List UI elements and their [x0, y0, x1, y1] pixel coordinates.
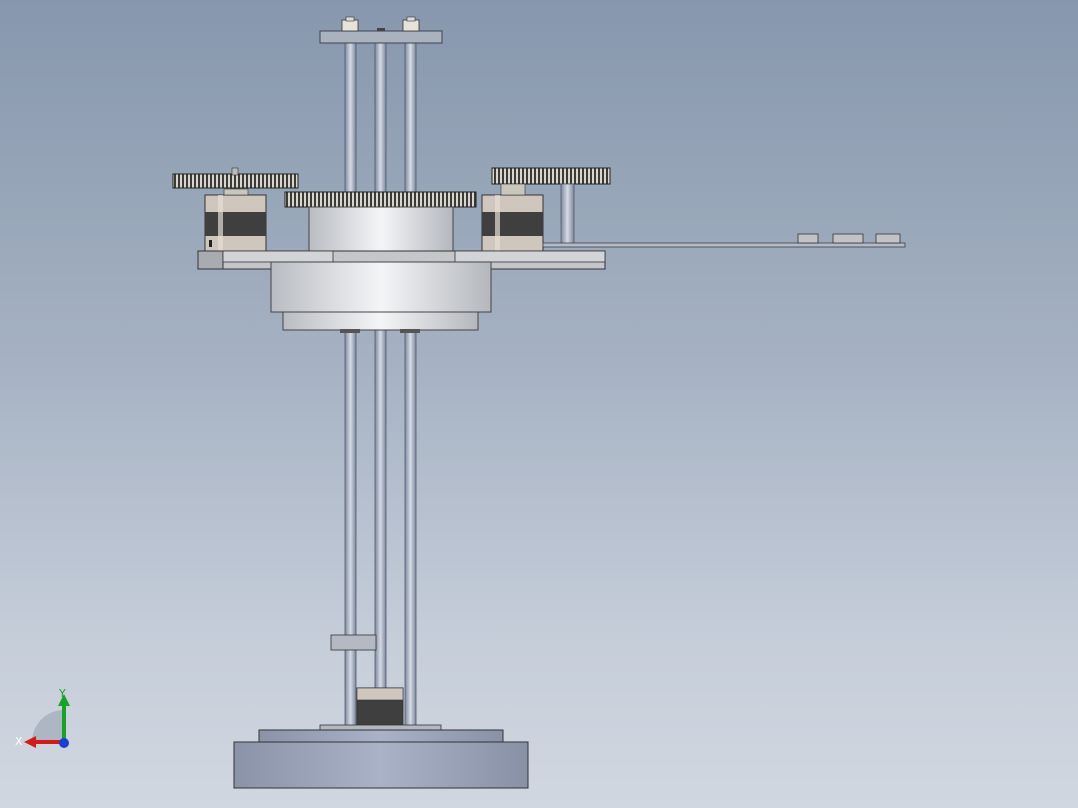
x-axis-head-icon: [24, 736, 36, 748]
assembly-model[interactable]: [0, 0, 1078, 808]
z-axis-icon: [59, 738, 69, 748]
base-cylinder: [233, 741, 529, 789]
side-arm: [542, 242, 906, 248]
top-plate: [319, 16, 443, 44]
triad-plane-icon: [32, 710, 64, 742]
rod-bracket: [330, 634, 377, 651]
cad-viewport[interactable]: Y X: [0, 0, 1078, 808]
right-stepper-motor: [481, 183, 544, 252]
base-plate: [258, 724, 504, 743]
y-axis-label: Y: [58, 687, 66, 700]
guide-rods: [344, 41, 417, 729]
left-stepper-motor: [204, 188, 267, 252]
center-gear: [284, 191, 477, 208]
x-axis-label: X: [15, 735, 23, 748]
bottom-stepper-motor: [356, 687, 404, 727]
turntable-base: [270, 261, 492, 333]
orientation-triad[interactable]: Y X: [10, 684, 80, 754]
left-gear: [172, 167, 299, 189]
arm-nuts: [797, 233, 901, 244]
